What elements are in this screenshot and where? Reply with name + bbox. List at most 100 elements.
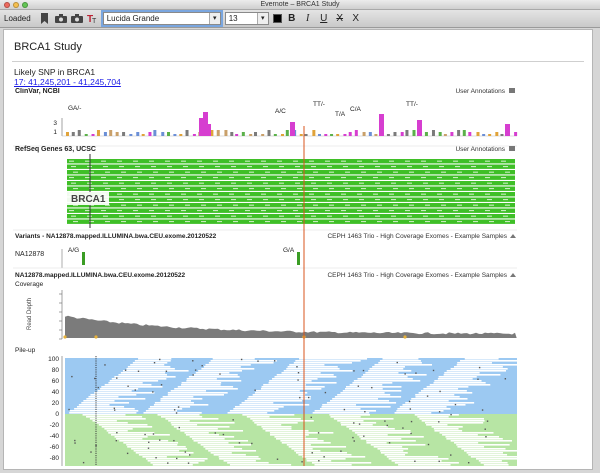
mismatch-dot — [152, 391, 154, 393]
read-gap — [433, 428, 459, 430]
strikethrough-button[interactable]: X — [334, 13, 346, 24]
read-gap — [411, 398, 468, 400]
mismatch-dot — [358, 423, 361, 425]
underline-button[interactable]: U — [318, 13, 330, 24]
minimize-window-button[interactable] — [13, 2, 19, 8]
read-gap — [460, 360, 517, 362]
intron-arrow — [457, 204, 462, 206]
mismatch-dot — [481, 409, 484, 411]
clinvar-user-annotations[interactable]: User Annotations — [455, 88, 505, 95]
read-gap — [265, 430, 309, 432]
clinvar-mark — [405, 130, 409, 136]
intron-arrow — [105, 171, 110, 173]
read-gap — [100, 388, 139, 390]
intron-arrow — [345, 171, 350, 173]
mismatch-dot — [124, 369, 127, 371]
clinvar-mark — [249, 134, 253, 136]
intron-arrow — [407, 182, 412, 184]
clinvar-mark — [336, 134, 340, 136]
variant-call-mark[interactable] — [82, 252, 85, 265]
genome-browser-embed[interactable]: ClinVar, NCBI User Annotations 3 1 GA/- … — [7, 88, 589, 468]
read-gap — [291, 448, 313, 450]
clinvar-mark — [304, 134, 308, 136]
variant-call-label: G/A — [283, 247, 295, 254]
delete-button[interactable]: X — [350, 13, 362, 24]
intron-arrow — [293, 193, 298, 195]
refseq-user-annotations[interactable]: User Annotations — [455, 146, 505, 153]
transcript — [67, 186, 515, 191]
intron-arrow — [423, 166, 428, 168]
mismatch-dot — [467, 461, 470, 464]
window-controls — [4, 2, 28, 8]
intron-arrow — [487, 166, 492, 168]
read-gap — [114, 436, 148, 438]
intron-arrow — [201, 204, 206, 206]
read-gap — [198, 370, 242, 372]
read-gap — [415, 394, 455, 396]
font-color-swatch[interactable] — [272, 14, 282, 23]
italic-button[interactable]: I — [302, 13, 314, 24]
intron-arrow — [119, 199, 124, 201]
read-gap — [438, 376, 477, 378]
annotation-icon[interactable] — [509, 88, 515, 93]
bookmark-icon[interactable] — [39, 13, 51, 25]
mismatch-dot — [134, 389, 136, 391]
intron-arrow — [277, 177, 282, 179]
intron-arrow — [217, 188, 222, 190]
close-window-button[interactable] — [4, 2, 10, 8]
mismatch-dot — [74, 439, 76, 442]
refseq-title: RefSeq Genes 63, UCSC — [15, 146, 96, 153]
mismatch-dot — [127, 385, 129, 387]
read-gap — [396, 410, 444, 412]
read-gap — [88, 396, 119, 398]
location-link[interactable]: 17: 41,245,201 - 41,245,704 — [14, 77, 121, 87]
read-gap — [256, 390, 300, 392]
note-editor[interactable]: BRCA1 Study Likely SNP in BRCA1 17: 41,2… — [3, 29, 593, 470]
pileup-tick: 0 — [55, 411, 59, 418]
read-gap — [193, 440, 249, 442]
font-family-select[interactable]: Lucida Grande ▾ — [100, 10, 223, 27]
read-gap — [229, 410, 275, 412]
zoom-window-button[interactable] — [22, 2, 28, 8]
mismatch-dot — [240, 358, 243, 361]
intron-arrow — [199, 199, 204, 201]
intron-arrow — [359, 182, 364, 184]
intron-arrow — [277, 193, 282, 195]
read-gap — [78, 404, 110, 406]
mismatch-dot — [318, 460, 320, 462]
read-gap — [319, 408, 361, 410]
font-size-select[interactable]: 13 ▾ — [224, 12, 269, 25]
intron-arrow — [261, 160, 266, 162]
mismatch-dot — [126, 452, 129, 455]
bold-button[interactable]: B — [286, 13, 298, 24]
intron-arrow — [425, 188, 430, 190]
intron-arrow — [265, 204, 270, 206]
read-gap — [122, 370, 189, 372]
read-gap — [150, 462, 199, 464]
camera-icon[interactable] — [54, 13, 67, 25]
intron-arrow — [133, 193, 138, 195]
mismatch-dot — [353, 440, 355, 442]
intron-arrow — [437, 160, 442, 162]
intron-arrow — [309, 160, 314, 162]
variant-call-mark[interactable] — [297, 252, 300, 265]
read-gap — [114, 376, 176, 378]
intron-arrow — [357, 177, 362, 179]
intron-arrow — [153, 188, 158, 190]
intron-arrow — [359, 199, 364, 201]
clinvar-mark — [136, 132, 140, 136]
annotation-icon[interactable] — [509, 146, 515, 151]
read-gap — [357, 378, 413, 380]
read-gap — [252, 420, 314, 422]
clinvar-mark — [457, 130, 461, 136]
text-format-icon[interactable]: TT — [87, 13, 99, 25]
read-gap — [95, 422, 128, 424]
photo-camera-icon[interactable] — [70, 13, 83, 25]
intron-arrow — [409, 188, 414, 190]
clinvar-mark — [500, 134, 504, 136]
clinvar-mark — [65, 132, 69, 136]
read-gap — [192, 438, 225, 440]
note-title[interactable]: BRCA1 Study — [14, 41, 82, 53]
mismatch-dot — [299, 396, 301, 399]
read-gap — [176, 428, 218, 430]
